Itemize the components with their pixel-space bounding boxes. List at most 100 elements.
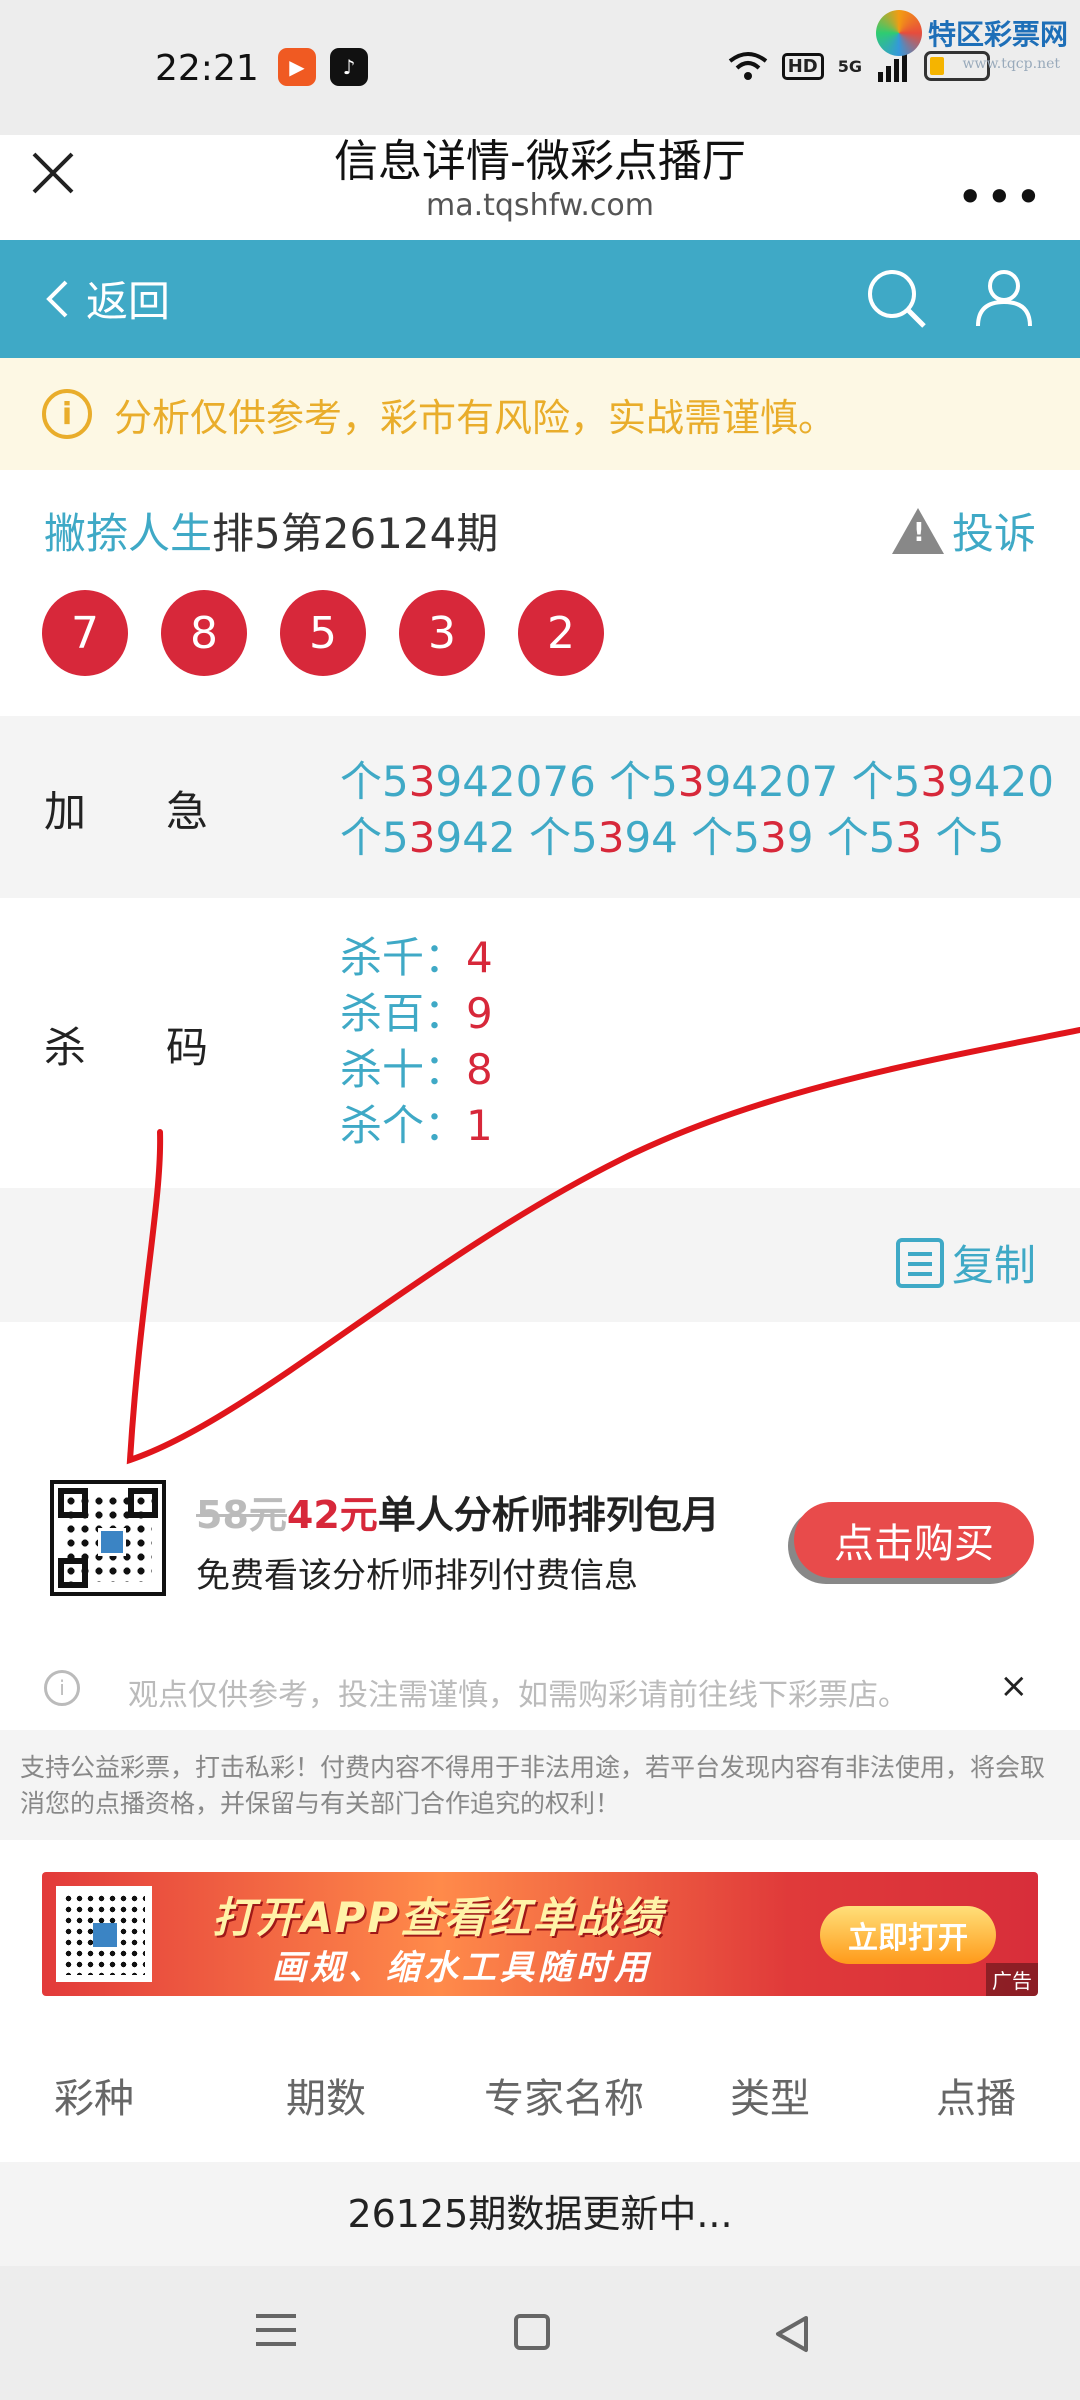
network-5g-icon: 5G <box>837 56 862 76</box>
column-header: 彩种 <box>54 2076 134 2122</box>
copy-label: 复制 <box>951 1241 1036 1290</box>
expert-issue: 排5第26124期 <box>212 509 499 558</box>
jiaji-segment: 个5 <box>838 757 921 806</box>
promo-title-text: 单人分析师排列包月 <box>377 1493 720 1537</box>
watermark-logo: 特区彩票网 <box>875 10 1068 56</box>
column-header: 类型 <box>730 2076 810 2122</box>
column-header: 专家名称 <box>484 2076 644 2122</box>
wifi-icon <box>728 52 767 80</box>
close-icon[interactable]: × <box>1000 1666 1029 1706</box>
shama-label: 杀码 <box>44 1023 289 1072</box>
jiaji-content: 个53942076 个5394207 个539420 个53942 个5394 … <box>340 754 1054 866</box>
shama-section: 杀码 杀千：4 杀百：9 杀十：8 杀个：1 <box>0 898 1080 1188</box>
jiaji-line: 个53942 个5394 个539 个53 个5 <box>340 810 1054 866</box>
promo-title: 58元42元单人分析师排列包月 <box>196 1484 720 1539</box>
jiaji-section: 加急 个53942076 个5394207 个539420 个53942 个53… <box>0 716 1080 898</box>
more-options-icon[interactable]: ••• <box>957 170 1044 224</box>
search-icon[interactable] <box>864 266 928 330</box>
jiaji-segment: 个5 <box>340 757 409 806</box>
risk-notice: i 分析仅供参考，彩市有风险，实战需谨慎。 <box>0 358 1080 470</box>
jiaji-segment: 个5 <box>922 813 1005 862</box>
info-icon: i <box>42 389 92 439</box>
kill-item: 杀千：4 <box>340 933 493 982</box>
home-icon[interactable] <box>514 2314 550 2350</box>
disclaimer-text: 观点仅供参考，投注需谨慎，如需购彩请前往线下彩票店。 <box>128 1678 908 1713</box>
result-ball: 7 <box>42 590 128 676</box>
app-ad-banner[interactable]: 打开APP查看红单战绩 画规、缩水工具随时用 立即打开 广告 <box>42 1872 1038 1996</box>
copy-icon <box>895 1237 944 1288</box>
result-ball: 8 <box>161 590 247 676</box>
jiaji-highlight: 3 <box>408 813 436 862</box>
jiaji-segment: 个5 <box>677 813 760 862</box>
tiktok-icon: ♪ <box>330 48 368 86</box>
copy-section: 复制 <box>0 1188 1080 1322</box>
back-triangle-icon[interactable] <box>772 2314 812 2354</box>
jiaji-segment: 942 <box>435 813 516 862</box>
kill-item: 杀个：1 <box>340 1101 493 1150</box>
nav-bar: 返回 <box>0 240 1080 358</box>
result-ball: 3 <box>399 590 485 676</box>
expert-header: 撇捺人生排5第26124期 <box>44 500 498 561</box>
jiaji-segment: 个5 <box>813 813 896 862</box>
column-header: 点播 <box>936 2076 1016 2122</box>
menu-icon[interactable] <box>256 2314 296 2356</box>
jiaji-segment: 个5 <box>595 757 678 806</box>
jiaji-segment: 94207 <box>704 757 839 806</box>
video-app-icon: ▶ <box>278 48 316 86</box>
back-button[interactable]: 返回 <box>44 268 170 329</box>
page-url: ma.tqshfw.com <box>425 188 655 223</box>
ad-title: 打开APP查看红单战绩 <box>212 1893 665 1942</box>
ad-subtitle: 画规、缩水工具随时用 <box>272 1948 652 1988</box>
jiaji-highlight: 3 <box>920 757 948 806</box>
copy-button[interactable]: 复制 <box>895 1232 1036 1293</box>
watermark-url: www.tqcp.net <box>962 56 1060 72</box>
status-time: 22:21 <box>155 48 259 89</box>
jiaji-highlight: 3 <box>677 757 705 806</box>
expert-name[interactable]: 撇捺人生 <box>44 509 212 558</box>
jiaji-highlight: 3 <box>895 813 923 862</box>
jiaji-highlight: 3 <box>408 757 436 806</box>
new-price: 42元 <box>286 1493 378 1537</box>
result-ball: 2 <box>518 590 604 676</box>
open-app-button[interactable]: 立即打开 <box>820 1906 996 1964</box>
jiaji-highlight: 3 <box>759 813 787 862</box>
disclaimer: i 观点仅供参考，投注需谨慎，如需购彩请前往线下彩票店。 × <box>0 1656 1080 1720</box>
page-title: 信息详情-微彩点播厅 <box>334 136 746 187</box>
ad-tag: 广告 <box>986 1963 1038 1996</box>
jiaji-segment: 94 <box>624 813 678 862</box>
buy-button[interactable]: 点击购买 <box>794 1502 1034 1578</box>
qr-code-image <box>50 1480 166 1596</box>
jiaji-segment: 个5 <box>515 813 598 862</box>
table-header: 彩种 期数 专家名称 类型 点播 <box>0 2040 1080 2150</box>
result-balls: 7 8 5 3 2 <box>42 590 604 676</box>
jiaji-segment: 9 <box>786 813 814 862</box>
column-header: 期数 <box>286 2076 366 2122</box>
system-navigation-bar <box>0 2266 1080 2400</box>
status-bar: 22:21 ▶ ♪ HD 5G 特区彩票网 www.tqcp.net 信息详情-… <box>0 0 1080 224</box>
jiaji-highlight: 3 <box>597 813 625 862</box>
kill-list: 杀千：4 杀百：9 杀十：8 杀个：1 <box>340 930 493 1154</box>
watermark-title: 特区彩票网 <box>927 18 1068 51</box>
jiaji-segment: 942076 <box>435 757 596 806</box>
back-label: 返回 <box>86 277 171 326</box>
hd-badge: HD <box>781 52 824 80</box>
legal-notice: 支持公益彩票，打击私彩！付费内容不得用于非法用途，若平台发现内容有非法使用，将会… <box>0 1730 1080 1840</box>
promo-subtitle: 免费看该分析师排列付费信息 <box>196 1556 638 1596</box>
info-icon: i <box>44 1670 80 1706</box>
chevron-left-icon <box>46 280 68 317</box>
updating-status: 26125期数据更新中... <box>0 2162 1080 2266</box>
complain-label: 投诉 <box>951 509 1036 558</box>
result-ball: 5 <box>280 590 366 676</box>
jiaji-label: 加急 <box>44 787 289 836</box>
jiaji-segment: 9420 <box>947 757 1054 806</box>
kill-item: 杀百：9 <box>340 989 493 1038</box>
kill-item: 杀十：8 <box>340 1045 493 1094</box>
user-icon[interactable] <box>972 266 1036 330</box>
ad-qr-code <box>56 1886 152 1982</box>
jiaji-segment: 个5 <box>340 813 409 862</box>
warning-icon: ! <box>891 507 944 554</box>
jiaji-line: 个53942076 个5394207 个539420 <box>340 754 1054 810</box>
complain-button[interactable]: ! 投诉 <box>891 500 1036 561</box>
watermark-swirl-icon <box>875 10 922 56</box>
risk-notice-text: 分析仅供参考，彩市有风险，实战需谨慎。 <box>114 395 837 440</box>
